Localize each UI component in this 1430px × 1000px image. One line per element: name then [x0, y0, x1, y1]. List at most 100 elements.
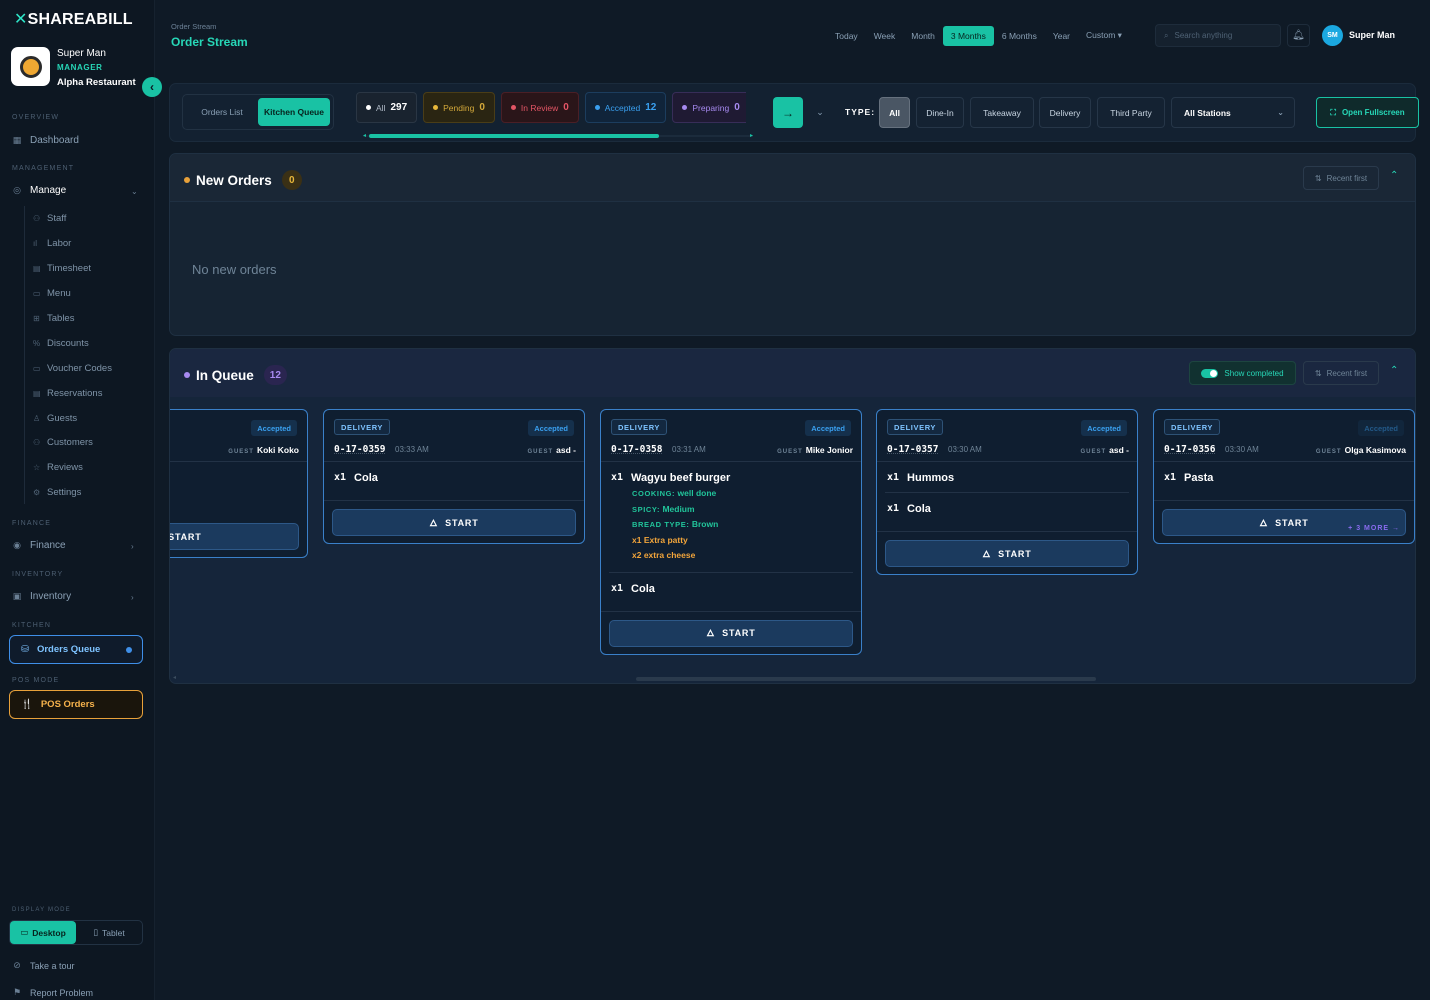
status-chip-accepted[interactable]: Accepted 12: [584, 92, 667, 123]
take-tour-link[interactable]: ⊘ Take a tour: [12, 960, 74, 971]
desktop-mode-button[interactable]: ▭ Desktop: [10, 921, 76, 944]
start-button[interactable]: 🜂START: [885, 540, 1129, 567]
range-week[interactable]: Week: [866, 26, 904, 46]
order-item: x1 Pasta: [1164, 472, 1214, 484]
order-item: x1 Cola: [887, 503, 931, 515]
more-orders-link[interactable]: + 3 MORE →: [1348, 525, 1400, 532]
sidebar-item-reviews[interactable]: ☆ Reviews: [33, 462, 83, 473]
type-all-button[interactable]: All: [879, 97, 910, 128]
brand-logo[interactable]: ✕SHAREABILL: [14, 9, 133, 29]
chevron-right-icon: ›: [131, 593, 134, 602]
status-chip-preparing[interactable]: Preparing 0: [672, 92, 746, 123]
users-icon: ⚇: [33, 438, 41, 447]
open-fullscreen-button[interactable]: ⛶ Open Fullscreen: [1316, 97, 1419, 128]
order-card[interactable]: Accepted GUESTKoki Koko 🜂START: [170, 409, 308, 558]
range-3-months[interactable]: 3 Months: [942, 25, 994, 46]
gear-icon: ⚙: [33, 488, 41, 497]
order-number[interactable]: 0-17-0356: [1164, 444, 1215, 455]
target-icon: ◎: [13, 185, 21, 195]
sidebar-item-tables[interactable]: ⊞ Tables: [33, 313, 74, 324]
queue-toolbar: Orders List Kitchen Queue All 297 Pending…: [169, 83, 1419, 142]
collapse-chevron-up-icon[interactable]: ⌃: [1390, 365, 1398, 376]
order-card[interactable]: DELIVERY Accepted 0-17-0358 03:31 AM GUE…: [600, 409, 862, 655]
range-today[interactable]: Today: [827, 26, 866, 46]
sidebar-item-reservations[interactable]: ▤ Reservations: [33, 388, 102, 399]
order-card[interactable]: DELIVERY Accepted 0-17-0359 03:33 AM GUE…: [323, 409, 585, 544]
bar-chart-icon: ıl: [33, 239, 37, 248]
range-6-months[interactable]: 6 Months: [994, 26, 1045, 46]
order-number[interactable]: 0-17-0359: [334, 444, 385, 455]
sidebar-item-dashboard[interactable]: ▦ Dashboard: [12, 135, 79, 146]
queue-horizontal-scrollbar[interactable]: [636, 677, 1096, 681]
arrow-right-icon[interactable]: →: [773, 97, 803, 128]
dollar-icon: ◉: [13, 540, 21, 550]
sidebar-item-timesheet[interactable]: ▤ Timesheet: [33, 263, 91, 274]
bag-icon: ⛁: [21, 644, 29, 655]
profile-name: Super Man: [57, 48, 106, 59]
status-badge: Accepted: [1358, 420, 1404, 436]
order-card[interactable]: DELIVERY Accepted 0-17-0357 03:30 AM GUE…: [876, 409, 1138, 575]
order-item: x1 Cola: [611, 582, 655, 595]
range-month[interactable]: Month: [903, 26, 943, 46]
scroll-left-icon[interactable]: ◂: [363, 132, 366, 139]
sidebar-item-settings[interactable]: ⚙ Settings: [33, 487, 81, 498]
sidebar-item-inventory[interactable]: ▣ Inventory: [12, 591, 71, 602]
sidebar-item-menu[interactable]: ▭ Menu: [33, 288, 71, 299]
status-chip-pending[interactable]: Pending 0: [423, 92, 495, 123]
search-input[interactable]: ⌕ Search anything: [1155, 24, 1281, 47]
stations-select[interactable]: All Stations ⌄: [1171, 97, 1295, 128]
sidebar-item-manage[interactable]: ◎ Manage: [12, 185, 66, 196]
sidebar-item-labor[interactable]: ıl Labor: [33, 238, 71, 249]
user-name[interactable]: Super Man: [1349, 30, 1395, 40]
staff-icon: ⚇: [33, 214, 41, 223]
sidebar: ✕SHAREABILL Super Man MANAGER Alpha Rest…: [0, 0, 162, 1000]
type-takeaway-button[interactable]: Takeaway: [970, 97, 1034, 128]
sidebar-item-voucher-codes[interactable]: ▭ Voucher Codes: [33, 363, 112, 374]
start-button[interactable]: 🜂START: [609, 619, 853, 647]
voucher-icon: ▭: [33, 364, 41, 373]
flame-icon: 🜂: [429, 517, 439, 528]
sidebar-item-customers[interactable]: ⚇ Customers: [33, 437, 93, 448]
status-chip-all[interactable]: All 297: [356, 92, 418, 123]
notifications-bell-icon[interactable]: 🔔︎: [1287, 24, 1310, 47]
type-third-party-button[interactable]: Third Party: [1097, 97, 1165, 128]
chevron-down-icon[interactable]: ⌄: [807, 97, 833, 128]
order-number[interactable]: 0-17-0357: [887, 444, 938, 455]
tablet-mode-button[interactable]: ▯ Tablet: [76, 921, 142, 944]
scroll-left-icon[interactable]: ◂: [173, 674, 176, 681]
type-dine-in-button[interactable]: Dine-In: [916, 97, 964, 128]
sidebar-item-guests[interactable]: ♙ Guests: [33, 413, 77, 424]
section-display-mode: DISPLAY MODE: [12, 907, 71, 913]
type-delivery-button[interactable]: Delivery: [1039, 97, 1091, 128]
report-problem-link[interactable]: ⚑ Report Problem: [12, 987, 93, 998]
sidebar-item-staff[interactable]: ⚇ Staff: [33, 213, 66, 224]
status-chip-in-review[interactable]: In Review 0: [500, 92, 579, 123]
order-card[interactable]: DELIVERY Accepted 0-17-0356 03:30 AM GUE…: [1153, 409, 1415, 544]
range-year[interactable]: Year: [1045, 26, 1078, 46]
sidebar-item-finance[interactable]: ◉ Finance: [12, 540, 66, 551]
collapse-chevron-up-icon[interactable]: ⌃: [1390, 170, 1398, 181]
item-modifiers: COOKING: well done SPICY: Medium BREAD T…: [632, 488, 719, 560]
breadcrumb[interactable]: Order Stream: [171, 22, 216, 31]
dot-icon: [510, 105, 516, 110]
monitor-icon: ▭: [20, 927, 29, 937]
sort-recent-first-button[interactable]: ⇅ Recent first: [1303, 361, 1379, 385]
sidebar-item-discounts[interactable]: % Discounts: [33, 338, 89, 349]
start-button[interactable]: 🜂START: [332, 509, 576, 536]
order-item: x1 Cola: [334, 472, 378, 484]
sort-recent-first-button[interactable]: ⇅ Recent first: [1303, 166, 1379, 190]
chips-scrollbar[interactable]: [369, 134, 659, 138]
orders-list-tab[interactable]: Orders List: [186, 98, 258, 126]
start-button[interactable]: 🜂START: [170, 523, 299, 550]
user-avatar[interactable]: SM: [1322, 25, 1343, 46]
range-custom[interactable]: Custom ▾: [1078, 25, 1130, 46]
pos-orders-button[interactable]: 🍴 POS Orders: [9, 690, 143, 719]
status-filter-chips: All 297 Pending 0 In Review 0 Accepted 12 Pr…: [356, 92, 746, 124]
calendar-icon: ▤: [33, 389, 41, 398]
sort-icon: ⇅: [1314, 368, 1322, 378]
scroll-right-icon[interactable]: ▸: [750, 132, 753, 139]
orders-queue-button[interactable]: ⛁ Orders Queue: [9, 635, 143, 664]
order-number[interactable]: 0-17-0358: [611, 444, 662, 455]
kitchen-queue-tab[interactable]: Kitchen Queue: [258, 98, 330, 126]
show-completed-toggle[interactable]: Show completed: [1189, 361, 1296, 385]
